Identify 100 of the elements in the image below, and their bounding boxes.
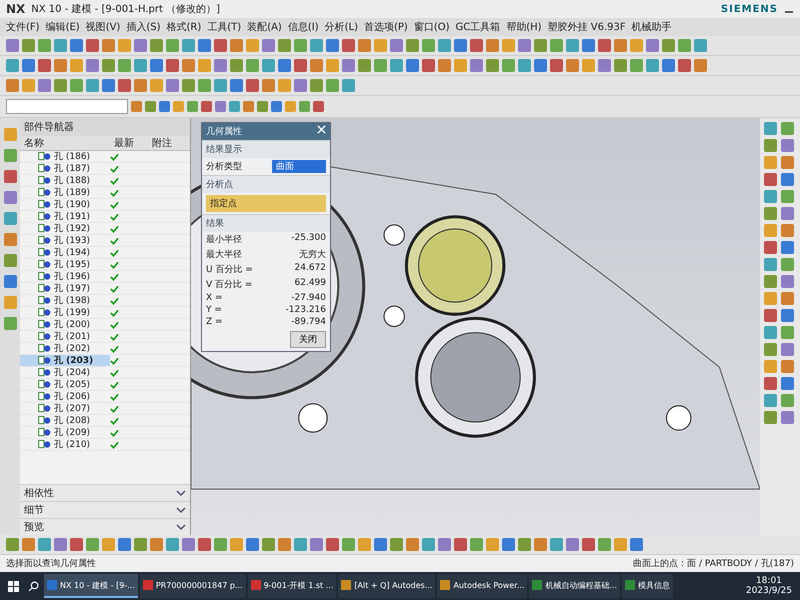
close-button[interactable]: 关闭 (290, 331, 326, 348)
toolbar-icon[interactable] (406, 39, 419, 52)
toolbar-icon[interactable] (764, 122, 777, 135)
toolbar-icon[interactable] (764, 139, 777, 152)
toolbar-icon[interactable] (313, 101, 324, 112)
menu-item[interactable]: 编辑(E) (46, 20, 80, 34)
taskbar-app-button[interactable]: 模具信息 (622, 574, 674, 598)
resource-bar-icon[interactable] (4, 254, 16, 267)
toolbar-icon[interactable] (131, 101, 142, 112)
toolbar-icon[interactable] (6, 39, 19, 52)
toolbar-icon[interactable] (781, 173, 794, 186)
menu-item[interactable]: 视图(V) (86, 20, 120, 34)
column-header[interactable]: 最新 (114, 136, 152, 150)
toolbar-icon[interactable] (54, 39, 67, 52)
toolbar-icon[interactable] (246, 79, 259, 92)
toolbar-icon[interactable] (342, 59, 355, 72)
toolbar-icon[interactable] (86, 79, 99, 92)
toolbar-icon[interactable] (257, 101, 268, 112)
group-header[interactable]: 结果 (202, 214, 330, 232)
toolbar-icon[interactable] (166, 79, 179, 92)
toolbar-icon[interactable] (166, 59, 179, 72)
toolbar-icon[interactable] (134, 538, 147, 551)
tree-item[interactable]: 孔 (188) (20, 175, 110, 186)
toolbar-icon[interactable] (486, 59, 499, 72)
toolbar-icon[interactable] (764, 411, 777, 424)
toolbar-icon[interactable] (438, 59, 451, 72)
tree-item[interactable]: 孔 (203) (20, 355, 110, 366)
toolbar-icon[interactable] (102, 79, 115, 92)
toolbar-icon[interactable] (470, 538, 483, 551)
toolbar-icon[interactable] (374, 59, 387, 72)
toolbar-icon[interactable] (118, 79, 131, 92)
toolbar-icon[interactable] (470, 39, 483, 52)
tree-item[interactable]: 孔 (193) (20, 235, 110, 246)
toolbar-icon[interactable] (764, 292, 777, 305)
toolbar-icon[interactable] (422, 39, 435, 52)
tree-item[interactable]: 孔 (198) (20, 295, 110, 306)
toolbar-icon[interactable] (781, 190, 794, 203)
toolbar-icon[interactable] (6, 59, 19, 72)
toolbar-icon[interactable] (598, 59, 611, 72)
toolbar-icon[interactable] (764, 190, 777, 203)
toolbar-icon[interactable] (246, 39, 259, 52)
toolbar-icon[interactable] (102, 59, 115, 72)
collapsible-section[interactable]: 预览 (20, 518, 190, 535)
toolbar-icon[interactable] (502, 39, 515, 52)
toolbar-icon[interactable] (246, 59, 259, 72)
toolbar-icon[interactable] (86, 59, 99, 72)
toolbar-icon[interactable] (278, 59, 291, 72)
taskbar-app-button[interactable]: 机械自动编程基础... (529, 574, 620, 598)
toolbar-icon[interactable] (781, 309, 794, 322)
column-header[interactable]: 附注 (152, 136, 190, 150)
tree-item[interactable]: 孔 (192) (20, 223, 110, 234)
toolbar-icon[interactable] (262, 59, 275, 72)
toolbar-icon[interactable] (764, 326, 777, 339)
toolbar-icon[interactable] (390, 39, 403, 52)
toolbar-icon[interactable] (614, 538, 627, 551)
toolbar-icon[interactable] (150, 538, 163, 551)
toolbar-icon[interactable] (326, 39, 339, 52)
toolbar-icon[interactable] (781, 292, 794, 305)
toolbar-icon[interactable] (406, 538, 419, 551)
toolbar-icon[interactable] (70, 538, 83, 551)
tree-item[interactable]: 孔 (186) (20, 151, 110, 162)
collapsible-section[interactable]: 相依性 (20, 484, 190, 501)
toolbar-icon[interactable] (6, 538, 19, 551)
toolbar-icon[interactable] (390, 59, 403, 72)
toolbar-icon[interactable] (374, 39, 387, 52)
toolbar-icon[interactable] (438, 39, 451, 52)
toolbar-icon[interactable] (134, 39, 147, 52)
toolbar-icon[interactable] (182, 79, 195, 92)
toolbar-icon[interactable] (198, 39, 211, 52)
toolbar-icon[interactable] (678, 59, 691, 72)
toolbar-icon[interactable] (781, 258, 794, 271)
toolbar-icon[interactable] (182, 59, 195, 72)
toolbar-icon[interactable] (694, 59, 707, 72)
toolbar-icon[interactable] (781, 394, 794, 407)
tree-item[interactable]: 孔 (197) (20, 283, 110, 294)
toolbar-icon[interactable] (38, 79, 51, 92)
toolbar-icon[interactable] (764, 360, 777, 373)
tree-item[interactable]: 孔 (208) (20, 415, 110, 426)
toolbar-icon[interactable] (764, 241, 777, 254)
column-header[interactable]: 名称 (20, 136, 114, 150)
tree-item[interactable]: 孔 (191) (20, 211, 110, 222)
toolbar-icon[interactable] (781, 275, 794, 288)
toolbar-icon[interactable] (694, 39, 707, 52)
toolbar-icon[interactable] (198, 538, 211, 551)
analysis-type-dropdown[interactable]: 曲面 (272, 160, 326, 173)
toolbar-icon[interactable] (781, 343, 794, 356)
tree-item[interactable]: 孔 (207) (20, 403, 110, 414)
toolbar-icon[interactable] (630, 538, 643, 551)
toolbar-icon[interactable] (182, 538, 195, 551)
close-icon[interactable] (317, 125, 326, 134)
taskbar-app-button[interactable]: 9-001-开模 1.st ... (248, 574, 336, 598)
toolbar-icon[interactable] (470, 59, 483, 72)
toolbar-icon[interactable] (271, 101, 282, 112)
toolbar-icon[interactable] (22, 538, 35, 551)
toolbar-icon[interactable] (764, 173, 777, 186)
toolbar-icon[interactable] (764, 207, 777, 220)
toolbar-icon[interactable] (598, 39, 611, 52)
group-header[interactable]: 分析点 (202, 175, 330, 193)
toolbar-icon[interactable] (534, 538, 547, 551)
toolbar-icon[interactable] (299, 101, 310, 112)
